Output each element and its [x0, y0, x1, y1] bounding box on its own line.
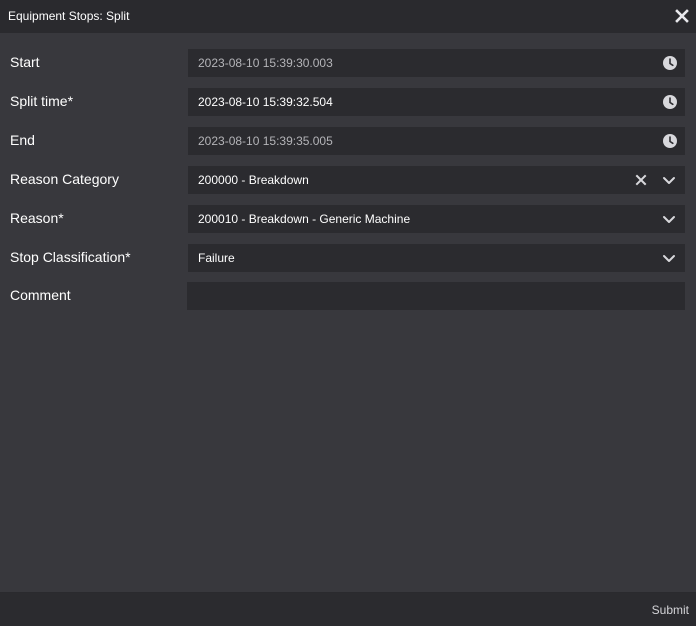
chevron-down-icon[interactable]: [661, 172, 677, 188]
split-time-label: Split time*: [10, 93, 74, 109]
split-time-field[interactable]: 2023-08-10 15:39:32.504: [188, 88, 685, 116]
close-icon[interactable]: [674, 8, 690, 24]
reason-label: Reason*: [10, 210, 64, 226]
comment-input[interactable]: [187, 282, 685, 310]
clock-icon: [662, 133, 678, 149]
stop-classification-label: Stop Classification*: [10, 249, 131, 265]
start-label: Start: [10, 54, 40, 70]
split-time-row: Split time* 2023-08-10 15:39:32.504: [0, 88, 696, 116]
clock-icon: [662, 55, 678, 71]
dialog-titlebar: Equipment Stops: Split: [0, 0, 696, 33]
end-label: End: [10, 132, 35, 148]
dialog-title: Equipment Stops: Split: [8, 9, 130, 23]
stop-classification-value: Failure: [198, 251, 235, 265]
split-dialog: Equipment Stops: Split Start 2023-08-10 …: [0, 0, 696, 626]
submit-button[interactable]: Submit: [652, 603, 689, 617]
dialog-footer: Submit: [0, 592, 696, 626]
reason-category-label: Reason Category: [10, 171, 119, 187]
comment-field: [187, 282, 685, 310]
start-row: Start 2023-08-10 15:39:30.003: [0, 49, 696, 77]
reason-select[interactable]: 200010 - Breakdown - Generic Machine: [188, 205, 685, 233]
end-field: 2023-08-10 15:39:35.005: [188, 127, 685, 155]
reason-category-select[interactable]: 200000 - Breakdown: [188, 166, 685, 194]
end-row: End 2023-08-10 15:39:35.005: [0, 127, 696, 155]
comment-label: Comment: [10, 287, 71, 303]
end-value: 2023-08-10 15:39:35.005: [198, 134, 333, 148]
clock-icon[interactable]: [662, 94, 678, 110]
chevron-down-icon[interactable]: [661, 250, 677, 266]
stop-classification-select[interactable]: Failure: [188, 244, 685, 272]
reason-category-row: Reason Category 200000 - Breakdown: [0, 166, 696, 194]
reason-row: Reason* 200010 - Breakdown - Generic Mac…: [0, 205, 696, 233]
start-value: 2023-08-10 15:39:30.003: [198, 56, 333, 70]
split-time-value: 2023-08-10 15:39:32.504: [198, 95, 333, 109]
reason-category-value: 200000 - Breakdown: [198, 173, 309, 187]
comment-row: Comment: [0, 282, 696, 310]
stop-classification-row: Stop Classification* Failure: [0, 244, 696, 272]
clear-icon[interactable]: [633, 172, 649, 188]
reason-value: 200010 - Breakdown - Generic Machine: [198, 212, 411, 226]
chevron-down-icon[interactable]: [661, 211, 677, 227]
start-field: 2023-08-10 15:39:30.003: [188, 49, 685, 77]
